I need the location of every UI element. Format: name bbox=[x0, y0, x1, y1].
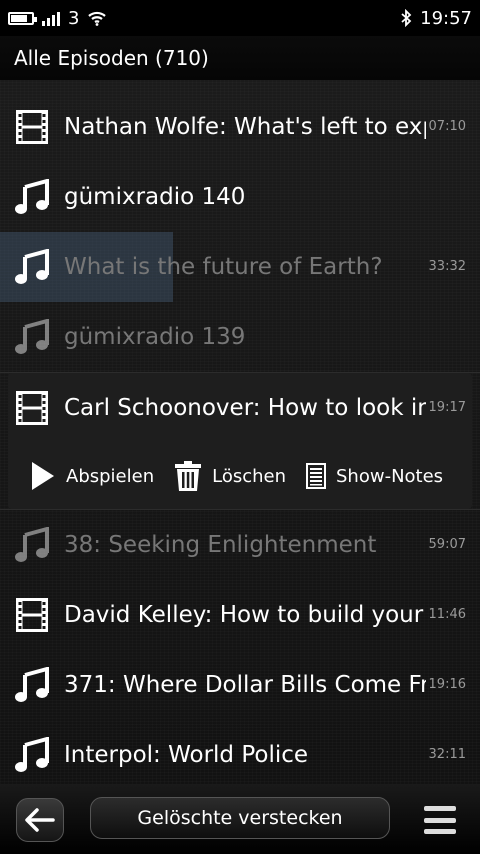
play-icon bbox=[32, 462, 54, 490]
bottom-toolbar: Gelöschte verstecken bbox=[0, 784, 480, 854]
episode-list[interactable]: Nathan Wolfe: What's left to exp 07:10 g… bbox=[0, 92, 480, 790]
hide-deleted-button[interactable]: Gelöschte verstecken bbox=[90, 797, 390, 839]
episode-duration: 32:11 bbox=[428, 747, 466, 762]
status-bar: 3 19:57 bbox=[0, 0, 480, 36]
video-icon bbox=[16, 598, 48, 632]
episode-duration: 19:17 bbox=[428, 400, 466, 415]
list-item[interactable]: David Kelley: How to build your c 11:46 bbox=[0, 580, 480, 650]
back-button[interactable] bbox=[16, 798, 64, 842]
episode-title: gümixradio 140 bbox=[64, 184, 246, 210]
list-item[interactable]: Nathan Wolfe: What's left to exp 07:10 bbox=[0, 92, 480, 162]
list-item[interactable]: What is the future of Earth? 33:32 bbox=[0, 232, 480, 302]
play-button[interactable]: Abspielen bbox=[30, 461, 154, 491]
video-icon bbox=[16, 110, 48, 144]
battery-icon bbox=[8, 11, 37, 25]
list-item[interactable]: 371: Where Dollar Bills Come Fro 19:16 bbox=[0, 650, 480, 720]
wifi-icon bbox=[88, 11, 107, 26]
episode-title: Carl Schoonover: How to look ins bbox=[64, 395, 426, 421]
shownotes-label: Show-Notes bbox=[336, 465, 444, 487]
episode-title: Nathan Wolfe: What's left to exp bbox=[64, 114, 426, 140]
episode-title: Interpol: World Police bbox=[64, 742, 309, 768]
episode-duration: 11:46 bbox=[428, 607, 466, 622]
episode-duration: 33:32 bbox=[428, 259, 466, 274]
delete-button[interactable]: Löschen bbox=[174, 461, 286, 491]
music-icon bbox=[15, 179, 49, 214]
video-icon bbox=[16, 391, 48, 425]
menu-icon[interactable] bbox=[424, 806, 456, 834]
music-icon bbox=[15, 249, 49, 284]
episode-actions: Abspielen Löschen Show-Notes bbox=[8, 443, 472, 509]
music-icon bbox=[15, 667, 49, 702]
list-item[interactable]: Carl Schoonover: How to look ins 19:17 bbox=[0, 373, 480, 443]
music-icon bbox=[15, 737, 49, 772]
play-label: Abspielen bbox=[66, 465, 155, 487]
trash-icon bbox=[175, 461, 202, 491]
music-icon bbox=[15, 319, 49, 354]
clock: 19:57 bbox=[420, 7, 472, 29]
expanded-item: Carl Schoonover: How to look ins 19:17 A… bbox=[8, 373, 472, 509]
episode-title: 371: Where Dollar Bills Come Fro bbox=[64, 672, 426, 698]
delete-label: Löschen bbox=[212, 465, 286, 487]
music-icon bbox=[15, 527, 49, 562]
episode-title: David Kelley: How to build your c bbox=[64, 602, 426, 628]
episode-duration: 07:10 bbox=[428, 119, 466, 134]
back-arrow-icon bbox=[25, 808, 55, 832]
bluetooth-icon bbox=[401, 9, 412, 27]
episode-title: gümixradio 139 bbox=[64, 324, 246, 350]
page-title: Alle Episoden (710) bbox=[0, 36, 480, 80]
network-type: 3 bbox=[68, 7, 80, 29]
list-item[interactable]: gümixradio 139 bbox=[0, 302, 480, 372]
notes-icon bbox=[306, 463, 326, 489]
signal-icon bbox=[42, 10, 60, 26]
shownotes-button[interactable]: Show-Notes bbox=[306, 463, 443, 489]
episode-title: What is the future of Earth? bbox=[64, 254, 383, 280]
list-item[interactable]: 38: Seeking Enlightenment 59:07 bbox=[0, 510, 480, 580]
episode-duration: 19:16 bbox=[428, 677, 466, 692]
list-item[interactable]: Interpol: World Police 32:11 bbox=[0, 720, 480, 790]
list-item[interactable]: gümixradio 140 bbox=[0, 162, 480, 232]
episode-title: 38: Seeking Enlightenment bbox=[64, 532, 377, 558]
episode-duration: 59:07 bbox=[428, 537, 466, 552]
